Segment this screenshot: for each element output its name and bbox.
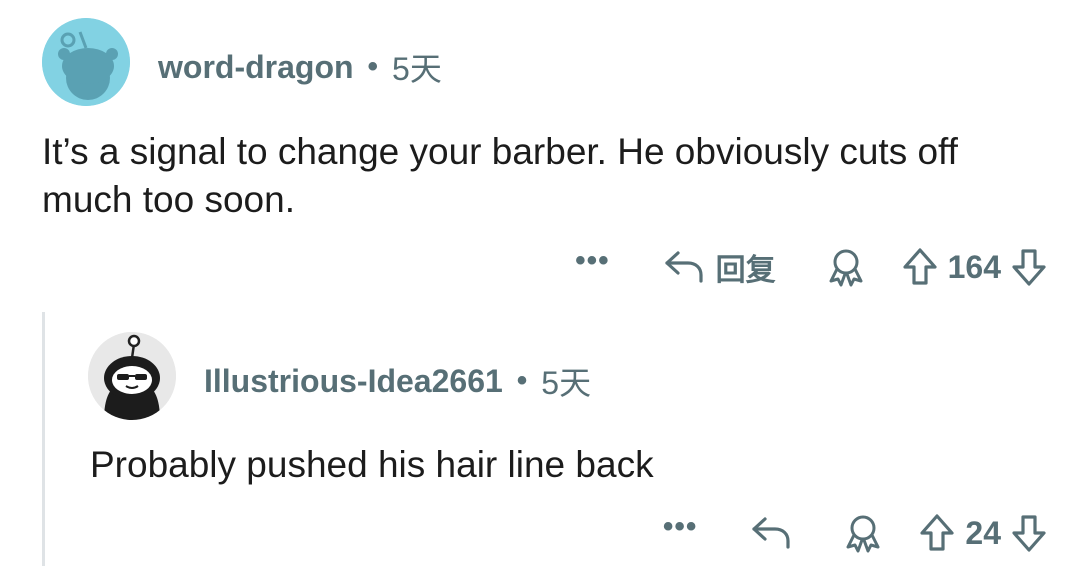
reply-button[interactable] (751, 515, 793, 551)
comment-action-bar: ••• 回复 164 (575, 243, 1047, 291)
reply-arrow-icon (751, 515, 793, 551)
award-button[interactable] (843, 513, 883, 553)
downvote-arrow-icon[interactable] (1011, 513, 1047, 553)
comment-age: 5天 (392, 51, 442, 87)
reply-arrow-icon (664, 249, 706, 285)
comment-body: It’s a signal to change your barber. He … (42, 131, 958, 220)
meta-separator: • (367, 50, 379, 83)
reply-button[interactable]: 回复 (664, 245, 776, 289)
reply-label: 回复 (715, 254, 776, 287)
vote-control: 24 (919, 513, 1047, 553)
upvote-arrow-icon[interactable] (919, 513, 955, 553)
comment-meta: Illustrious-Idea2661 • 5天 (204, 358, 591, 404)
snoo-sunglasses-avatar-icon[interactable] (88, 332, 176, 420)
award-button[interactable] (826, 247, 866, 287)
vote-score: 164 (947, 248, 1001, 285)
author-name[interactable]: word-dragon (158, 49, 354, 86)
upvote-arrow-icon[interactable] (902, 247, 938, 287)
award-icon (843, 513, 883, 553)
more-options-button[interactable]: ••• (663, 512, 698, 542)
thread-line[interactable] (42, 312, 45, 566)
comment-action-bar: ••• 24 (663, 509, 1047, 557)
vote-score: 24 (965, 514, 1001, 551)
author-name[interactable]: Illustrious-Idea2661 (204, 363, 503, 400)
snoo-avatar-icon[interactable] (42, 18, 130, 106)
comment-thread: word-dragon • 5天 It’s a signal to change… (0, 0, 1085, 566)
more-options-button[interactable]: ••• (575, 246, 610, 276)
award-icon (826, 247, 866, 287)
comment-age: 5天 (541, 365, 592, 401)
comment-meta: word-dragon • 5天 (158, 44, 442, 90)
downvote-arrow-icon[interactable] (1011, 247, 1047, 287)
comment-body: Probably pushed his hair line back (90, 444, 654, 485)
meta-separator: • (516, 364, 528, 397)
vote-control: 164 (902, 247, 1047, 287)
